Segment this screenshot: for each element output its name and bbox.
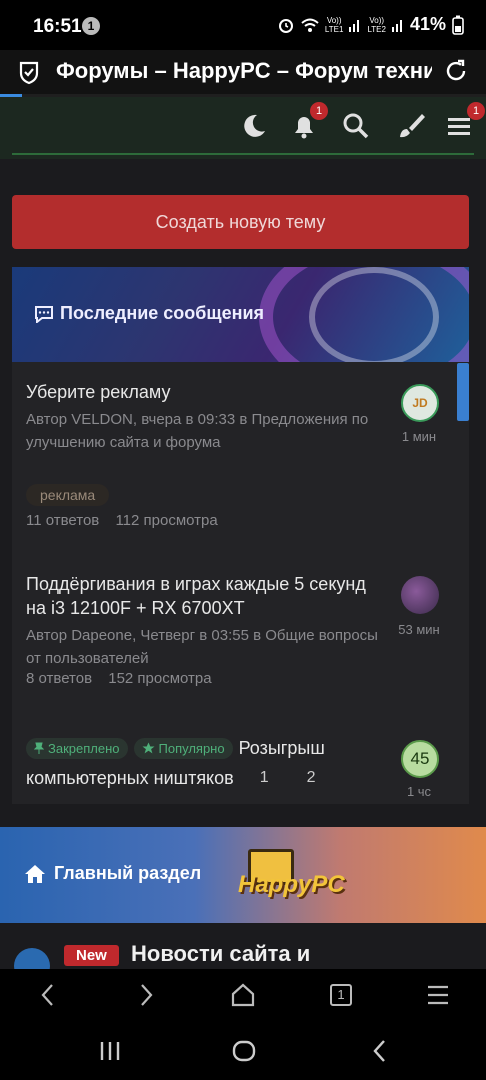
popular-label: Популярно [133, 737, 233, 759]
new-badge: New [64, 945, 119, 966]
system-back-icon[interactable] [366, 1037, 394, 1065]
menu-badge: 1 [467, 102, 485, 120]
star-icon [142, 742, 154, 753]
status-bar: 16:51 1 Vo)) LTE1 Vo)) LTE2 41% [0, 0, 486, 50]
signal-bars-icon [391, 19, 402, 32]
tag-label[interactable]: реклама [26, 484, 110, 506]
main-section-title: Главный раздел [24, 863, 201, 884]
recent-apps-icon[interactable] [96, 1037, 124, 1065]
thread-title-line: компьютерных ништяков 1 2 [26, 766, 406, 790]
avatar[interactable] [401, 576, 439, 614]
style-brush-icon[interactable] [395, 111, 425, 141]
shield-icon[interactable] [18, 59, 40, 85]
battery-icon [452, 15, 464, 35]
comment-icon [35, 305, 53, 323]
site-header: 1 1 [0, 97, 486, 159]
page-link-1[interactable]: 1 [260, 769, 269, 787]
happypc-logo: HappyPC [230, 849, 370, 909]
thread-item[interactable]: Поддёргивания в играх каждые 5 секунд на… [26, 572, 386, 687]
thread-labels: Закреплено Популярно Розыгрыш [26, 736, 406, 760]
last-post-time[interactable]: 1 мин [381, 429, 457, 444]
wifi-icon [301, 18, 319, 32]
browser-nav-bar: 1 [0, 969, 486, 1021]
latest-messages-header[interactable]: Последние сообщения [12, 267, 469, 362]
sim2-signal-icon: Vo)) LTE2 [367, 15, 386, 34]
back-icon[interactable] [34, 981, 62, 1009]
replies-count: 11 ответов [26, 512, 100, 529]
views-count: 152 просмотра [108, 670, 212, 687]
alerts-button[interactable]: 1 [289, 102, 328, 141]
page-content: Создать новую тему Последние сообщения У… [0, 159, 486, 984]
thread-title[interactable]: Розыгрыш [239, 736, 325, 760]
menu-icon[interactable] [424, 981, 452, 1009]
tabs-count: 1 [330, 984, 352, 1006]
thread-tags: реклама [26, 484, 386, 506]
battery-level: 41% [409, 14, 446, 34]
main-section-header[interactable]: Главный раздел HappyPC [0, 827, 486, 923]
thread-stats: 11 ответов 112 просмотра [26, 512, 386, 529]
header-divider [12, 153, 474, 155]
signal-bars-icon [349, 19, 360, 32]
latest-messages-title: Последние сообщения [34, 303, 264, 324]
scrollbar-thumb[interactable] [457, 363, 469, 421]
alerts-badge: 1 [310, 102, 328, 120]
moon-icon[interactable] [238, 111, 268, 141]
browser-address-bar[interactable]: Форумы – HappyPC – Форум технической под… [0, 50, 486, 96]
last-post-time[interactable]: 1 чс [381, 784, 457, 799]
thread-item[interactable]: Закреплено Популярно Розыгрыш компьютерн… [26, 736, 406, 790]
forum-title[interactable]: Новости сайта и [131, 941, 310, 967]
news-forum-row[interactable]: New Новости сайта и [0, 929, 486, 984]
page-title[interactable]: Форумы – HappyPC – Форум технической под… [56, 58, 432, 84]
thread-meta: Автор VELDON, вчера в 09:33 в Предложени… [26, 411, 369, 451]
latest-messages-block: Последние сообщения Уберите рекламу Авто… [12, 267, 469, 804]
avatar[interactable]: JD [401, 384, 439, 422]
status-time: 16:51 [33, 16, 82, 37]
reload-icon[interactable] [443, 58, 469, 84]
notification-count-icon: 1 [82, 17, 100, 35]
system-nav-bar [0, 1021, 486, 1080]
thread-title[interactable]: Уберите рекламу [26, 380, 386, 404]
thread-item[interactable]: Уберите рекламу Автор VELDON, вчера в 09… [26, 380, 386, 529]
system-home-icon[interactable] [230, 1037, 258, 1065]
home-icon [25, 864, 45, 883]
pinned-label: Закреплено [26, 737, 128, 759]
home-icon[interactable] [229, 981, 257, 1009]
search-icon[interactable] [341, 111, 371, 141]
thread-title[interactable]: Поддёргивания в играх каждые 5 секунд на… [26, 572, 386, 620]
create-topic-button[interactable]: Создать новую тему [12, 195, 469, 249]
last-post-time[interactable]: 53 мин [381, 622, 457, 637]
page-link-2[interactable]: 2 [307, 769, 316, 787]
replies-count: 8 ответов [26, 670, 93, 687]
thread-title-rest[interactable]: компьютерных ништяков [26, 766, 234, 790]
menu-button[interactable]: 1 [446, 102, 485, 141]
thread-meta: Автор Dapeone, Четверг в 03:55 в Общие в… [26, 627, 378, 667]
avatar[interactable]: 45 [401, 740, 439, 778]
thread-stats: 8 ответов 152 просмотра [26, 670, 386, 687]
forward-icon[interactable] [132, 981, 160, 1009]
sim1-signal-icon: Vo)) LTE1 [324, 15, 344, 34]
tabs-button[interactable]: 1 [327, 981, 355, 1009]
views-count: 112 просмотра [115, 512, 218, 529]
pin-icon [34, 742, 44, 754]
alarm-icon [278, 18, 293, 33]
